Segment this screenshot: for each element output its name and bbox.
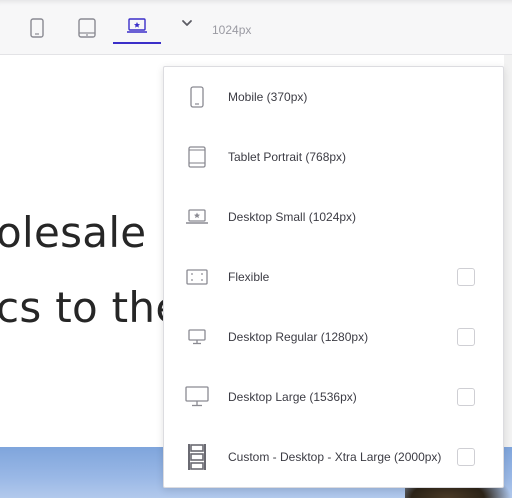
mobile-view-button[interactable] [14, 12, 60, 50]
flexible-icon [182, 262, 212, 292]
menu-item-label: Desktop Regular (1280px) [228, 330, 369, 344]
view-options-dropdown-button[interactable] [164, 12, 210, 50]
breakpoint-dropdown-menu: Mobile (370px) Tablet Portrait (768px) D… [163, 66, 504, 488]
tablet-icon [78, 12, 96, 38]
menu-item-label: Mobile (370px) [228, 90, 308, 104]
custom-desktop-checkbox[interactable] [457, 448, 475, 466]
canvas-scrollbar[interactable] [504, 55, 512, 447]
menu-item-flexible[interactable]: Flexible [164, 247, 503, 307]
custom-desktop-icon [182, 442, 212, 472]
menu-item-label: Desktop Small (1024px) [228, 210, 357, 224]
menu-item-custom-desktop-xtra-large[interactable]: Custom - Desktop - Xtra Large (2000px) [164, 427, 503, 487]
hero-heading-line-2: cs to the [0, 283, 182, 332]
desktop-large-icon [182, 382, 212, 412]
menu-item-mobile[interactable]: Mobile (370px) [164, 67, 503, 127]
tablet-view-button[interactable] [64, 12, 110, 50]
menu-item-label: Custom - Desktop - Xtra Large (2000px) [228, 450, 442, 464]
responsive-toolbar: 1024px [0, 0, 512, 55]
chevron-down-icon [180, 12, 194, 30]
menu-item-label: Flexible [228, 270, 270, 284]
tablet-icon [182, 142, 212, 172]
desktop-small-view-button[interactable] [113, 12, 161, 44]
mobile-icon [30, 12, 44, 38]
desktop-regular-checkbox[interactable] [457, 328, 475, 346]
desktop-large-checkbox[interactable] [457, 388, 475, 406]
desktop-small-icon [126, 12, 148, 34]
menu-item-desktop-regular[interactable]: Desktop Regular (1280px) [164, 307, 503, 367]
flexible-checkbox[interactable] [457, 268, 475, 286]
menu-item-label: Tablet Portrait (768px) [228, 150, 347, 164]
hero-heading-line-1: olesale [0, 208, 147, 257]
menu-item-tablet-portrait[interactable]: Tablet Portrait (768px) [164, 127, 503, 187]
menu-item-label: Desktop Large (1536px) [228, 390, 357, 404]
desktop-regular-icon [182, 322, 212, 352]
desktop-small-icon [182, 202, 212, 232]
menu-item-desktop-large[interactable]: Desktop Large (1536px) [164, 367, 503, 427]
menu-item-desktop-small[interactable]: Desktop Small (1024px) [164, 187, 503, 247]
mobile-icon [182, 82, 212, 112]
viewport-width-label: 1024px [212, 23, 252, 37]
